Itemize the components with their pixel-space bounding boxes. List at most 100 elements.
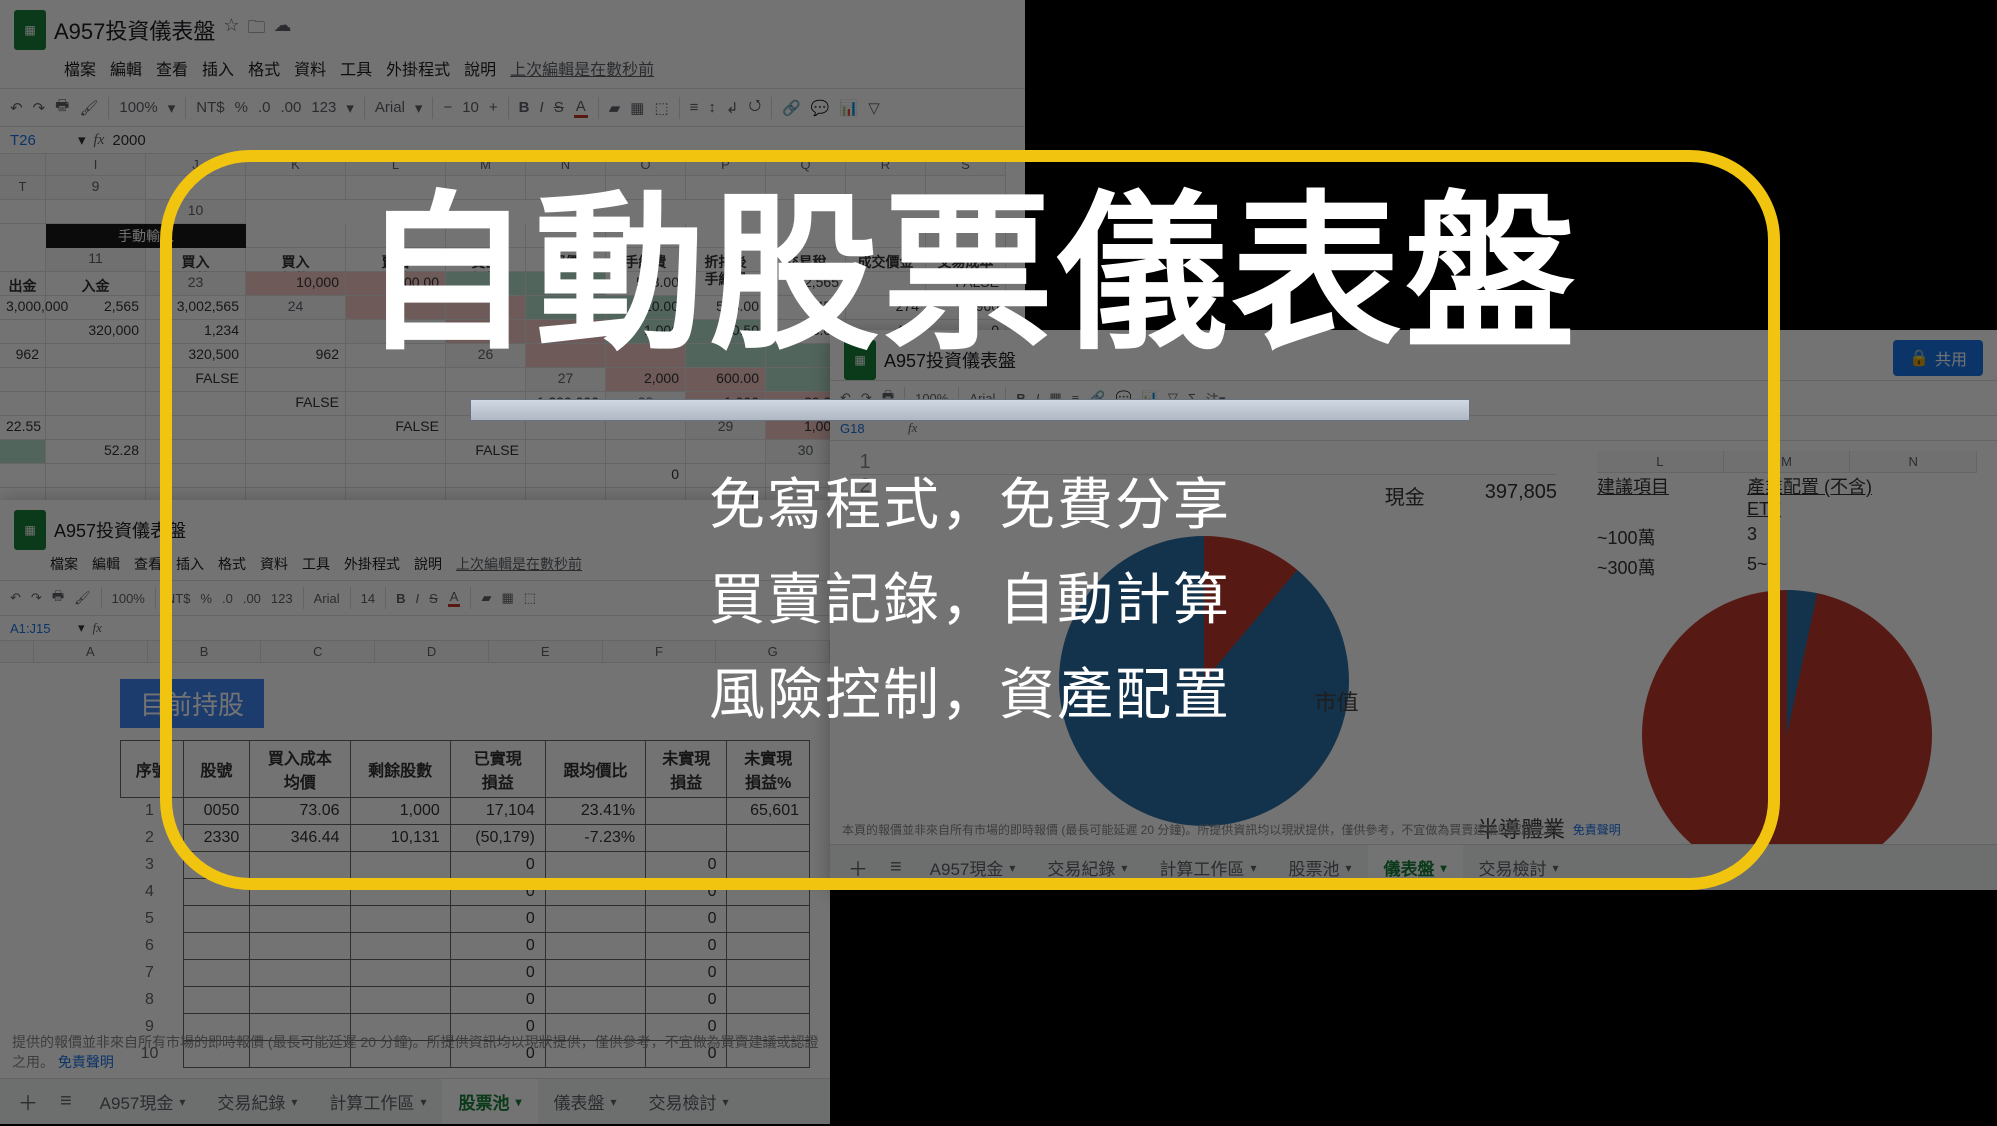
cell[interactable]: [0, 464, 46, 488]
cell[interactable]: 0: [450, 906, 545, 933]
text-color-button[interactable]: A: [574, 98, 588, 118]
sheet-tab[interactable]: A957現金▾: [84, 1079, 202, 1124]
cell[interactable]: [727, 960, 810, 987]
menu-edit[interactable]: 編輯: [110, 56, 142, 80]
menu-file[interactable]: 檔案: [64, 56, 96, 80]
cell[interactable]: [250, 933, 350, 960]
cell[interactable]: [350, 906, 450, 933]
share-button[interactable]: 🔒 共用: [1893, 340, 1983, 376]
menu-data[interactable]: 資料: [294, 56, 326, 80]
cell[interactable]: 52.28: [46, 440, 146, 464]
cell[interactable]: 0: [450, 933, 545, 960]
cell[interactable]: 2,565: [46, 296, 146, 320]
star-icon[interactable]: ☆: [223, 15, 239, 45]
cell[interactable]: [350, 933, 450, 960]
chevron-down-icon[interactable]: ▾: [291, 1095, 297, 1109]
add-sheet-button[interactable]: ＋: [8, 1077, 48, 1126]
link-icon[interactable]: 🔗: [782, 99, 801, 117]
chevron-down-icon[interactable]: ▾: [420, 1095, 426, 1109]
name-box[interactable]: T26: [10, 132, 70, 149]
chevron-down-icon[interactable]: ▾: [78, 620, 85, 636]
row-header[interactable]: 9: [46, 176, 146, 200]
undo-icon[interactable]: ↶: [10, 99, 23, 117]
move-icon[interactable]: 🗀: [248, 15, 266, 45]
menu-file[interactable]: 檔案: [50, 554, 78, 574]
cell[interactable]: [545, 960, 645, 987]
cell[interactable]: 0: [646, 933, 727, 960]
name-box[interactable]: A1:J15: [10, 621, 70, 636]
undo-icon[interactable]: ↶: [10, 590, 21, 606]
font-size-increase-icon[interactable]: +: [489, 99, 498, 116]
redo-icon[interactable]: ↷: [31, 590, 42, 606]
strike-button[interactable]: S: [554, 99, 564, 116]
zoom-select[interactable]: 100%: [112, 591, 145, 606]
rotate-icon[interactable]: ⭯: [748, 95, 761, 120]
column-header[interactable]: A: [34, 641, 148, 662]
cell[interactable]: [350, 987, 450, 1014]
cell[interactable]: [350, 960, 450, 987]
cell[interactable]: [183, 987, 250, 1014]
menu-addons[interactable]: 外掛程式: [386, 56, 450, 80]
chevron-down-icon[interactable]: ▾: [515, 1095, 521, 1109]
cell[interactable]: 962: [0, 344, 46, 368]
cell[interactable]: 320,000: [46, 320, 146, 344]
sheet-tab[interactable]: 股票池▾: [442, 1079, 537, 1124]
h-align-icon[interactable]: ≡: [690, 99, 699, 116]
cell[interactable]: [46, 392, 146, 416]
cell[interactable]: [0, 320, 46, 344]
cloud-icon[interactable]: ☁: [274, 15, 292, 45]
chevron-down-icon[interactable]: ▾: [723, 1095, 729, 1109]
font-size-decrease-icon[interactable]: −: [443, 99, 452, 116]
cell[interactable]: [545, 933, 645, 960]
doc-title[interactable]: A957投資儀表盤: [54, 14, 215, 46]
menu-view[interactable]: 查看: [134, 554, 162, 574]
font-select[interactable]: Arial: [375, 99, 405, 116]
chevron-down-icon[interactable]: ▾: [346, 99, 354, 117]
italic-button[interactable]: I: [540, 99, 544, 116]
sheet-tab[interactable]: 交易紀錄▾: [201, 1079, 313, 1124]
percent-button[interactable]: %: [235, 99, 248, 116]
cell[interactable]: [545, 906, 645, 933]
cell[interactable]: [46, 416, 146, 440]
bold-button[interactable]: B: [519, 99, 530, 116]
comment-icon[interactable]: 💬: [811, 99, 830, 117]
menu-insert[interactable]: 插入: [202, 56, 234, 80]
font-size-input[interactable]: 10: [462, 99, 479, 116]
cell[interactable]: [183, 906, 250, 933]
borders-icon[interactable]: ▦: [630, 99, 644, 117]
cell[interactable]: [46, 368, 146, 392]
increase-decimal-button[interactable]: .00: [280, 99, 301, 116]
column-header[interactable]: N: [1850, 451, 1977, 472]
cell[interactable]: [0, 440, 46, 464]
disclaimer-link[interactable]: 免責聲明: [58, 1054, 114, 1070]
menu-view[interactable]: 查看: [156, 56, 188, 80]
chevron-down-icon[interactable]: ▾: [78, 131, 86, 149]
cell[interactable]: [250, 960, 350, 987]
wrap-icon[interactable]: ↲: [726, 99, 739, 117]
paint-format-icon[interactable]: 🖌: [79, 99, 98, 117]
zoom-select[interactable]: 100%: [119, 99, 157, 116]
cell[interactable]: [183, 933, 250, 960]
last-edit-note[interactable]: 上次編輯是在數秒前: [510, 56, 654, 80]
redo-icon[interactable]: ↷: [33, 99, 46, 117]
sheet-tab[interactable]: 儀表盤▾: [538, 1079, 633, 1124]
cell[interactable]: [250, 987, 350, 1014]
sheet-tab[interactable]: 計算工作區▾: [313, 1079, 442, 1124]
cell[interactable]: [545, 987, 645, 1014]
cell[interactable]: 0: [450, 987, 545, 1014]
print-icon[interactable]: 🖶: [55, 95, 69, 120]
formula-bar[interactable]: 2000: [112, 132, 145, 149]
cell[interactable]: 0: [450, 960, 545, 987]
column-header[interactable]: I: [46, 154, 146, 176]
cell[interactable]: [0, 392, 46, 416]
cell[interactable]: 0: [646, 960, 727, 987]
print-icon[interactable]: 🖶: [52, 587, 64, 609]
all-sheets-button[interactable]: ≡: [50, 1080, 82, 1123]
menu-format[interactable]: 格式: [248, 56, 280, 80]
cell[interactable]: 0: [646, 906, 727, 933]
cell[interactable]: [0, 368, 46, 392]
fill-color-icon[interactable]: ▰: [609, 99, 621, 117]
row-header[interactable]: 11: [46, 248, 146, 272]
sheet-tab[interactable]: 交易檢討▾: [633, 1079, 745, 1124]
menu-help[interactable]: 說明: [464, 56, 496, 80]
